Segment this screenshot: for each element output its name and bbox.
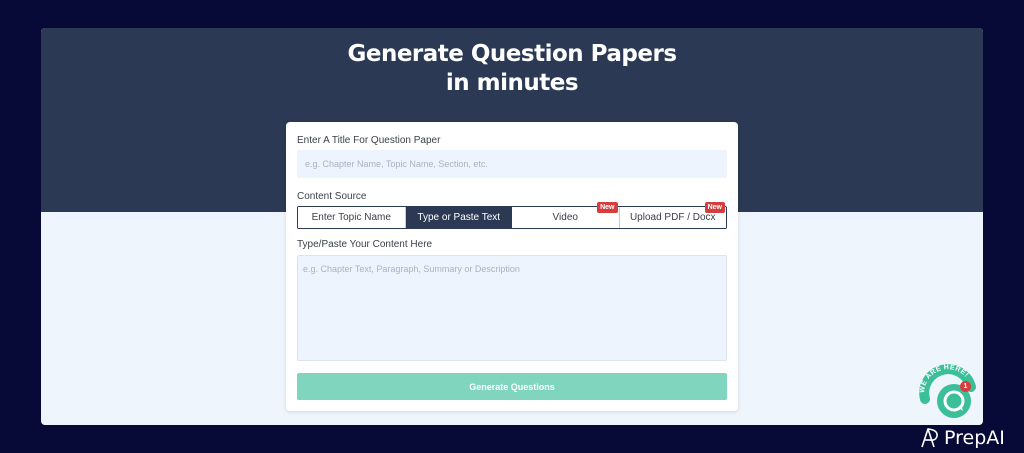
tab-label: Video xyxy=(552,212,578,223)
brand-name: PrepAI xyxy=(944,427,1005,449)
content-label: Type/Paste Your Content Here xyxy=(297,239,433,250)
title-label: Enter A Title For Question Paper xyxy=(297,135,441,146)
chat-bubble-icon: WE ARE HERE! xyxy=(919,364,976,418)
page-title-line-1: Generate Question Papers xyxy=(347,41,677,67)
page-title-line-2: in minutes xyxy=(445,70,579,96)
tab-video[interactable]: Video New xyxy=(512,202,620,228)
content-source-tabs: Enter Topic Name Type or Paste Text Vide… xyxy=(297,202,727,229)
question-paper-form: Enter A Title For Question Paper Content… xyxy=(286,122,738,411)
brand-logo: PrepAI xyxy=(920,426,1005,450)
new-badge: New xyxy=(597,202,618,213)
tab-label: Enter Topic Name xyxy=(311,212,391,223)
tab-enter-topic-name[interactable]: Enter Topic Name xyxy=(298,207,406,228)
tab-type-or-paste-text[interactable]: Type or Paste Text xyxy=(405,207,512,228)
generate-questions-button[interactable]: Generate Questions xyxy=(297,373,727,400)
chat-unread-badge: 1 xyxy=(960,381,971,392)
prepai-logo-icon xyxy=(921,428,938,448)
content-source-label: Content Source xyxy=(297,191,367,202)
page-title: Generate Question Papers in minutes xyxy=(41,40,983,98)
new-badge: New xyxy=(704,202,725,213)
chat-widget[interactable]: WE ARE HERE! 1 xyxy=(916,361,980,425)
content-textarea[interactable] xyxy=(297,255,727,361)
tab-label: Upload PDF / Docx xyxy=(629,212,716,223)
title-input[interactable] xyxy=(297,150,727,178)
tab-label: Type or Paste Text xyxy=(417,212,501,223)
tab-upload-pdf-docx[interactable]: Upload PDF / Docx New xyxy=(619,202,726,228)
